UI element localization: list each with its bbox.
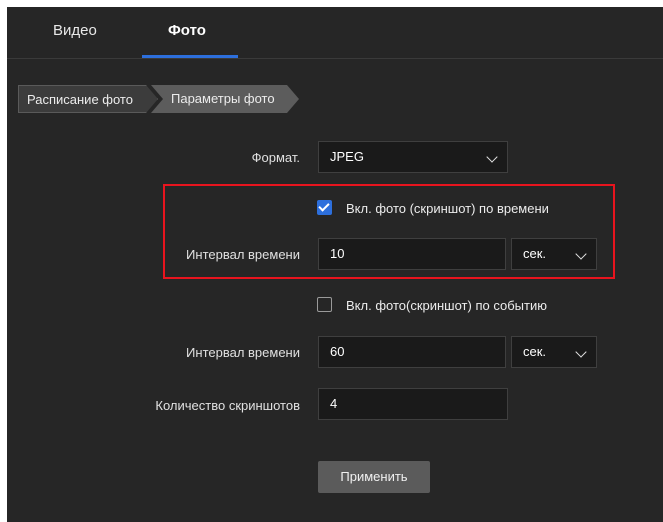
step-photo-parameters[interactable]: Параметры фото [151,85,299,113]
apply-button[interactable]: Применить [318,461,430,493]
timed-snapshot-label: Вкл. фото (скриншот) по времени [346,201,549,216]
step-photo-schedule[interactable]: Расписание фото [18,85,158,113]
format-select[interactable]: JPEG [318,141,508,173]
timed-interval-unit-select[interactable]: сек. [511,238,597,270]
timed-snapshot-checkbox[interactable] [317,200,332,215]
event-interval-label: Интервал времени [186,345,300,360]
event-snapshot-checkbox[interactable] [317,297,332,312]
event-interval-input[interactable]: 60 [318,336,506,368]
chevron-down-icon [486,151,498,163]
snapshot-count-label: Количество скриншотов [155,398,300,413]
window-frame-left [0,0,7,522]
format-select-value: JPEG [330,149,364,164]
tab-photo[interactable]: Фото [168,7,206,58]
chevron-down-icon [575,346,587,358]
window-frame-top [0,0,663,7]
event-interval-unit-value: сек. [523,344,547,359]
active-tab-indicator [142,55,238,58]
format-label: Формат. [251,150,300,165]
timed-interval-unit-value: сек. [523,246,547,261]
tab-bar: Видео Фото [7,7,663,59]
tab-video[interactable]: Видео [53,7,97,58]
timed-interval-input[interactable]: 10 [318,238,506,270]
snapshot-count-input[interactable]: 4 [318,388,508,420]
timed-interval-label: Интервал времени [186,247,300,262]
event-interval-unit-select[interactable]: сек. [511,336,597,368]
event-snapshot-label: Вкл. фото(скриншот) по событию [346,298,547,313]
chevron-down-icon [575,248,587,260]
